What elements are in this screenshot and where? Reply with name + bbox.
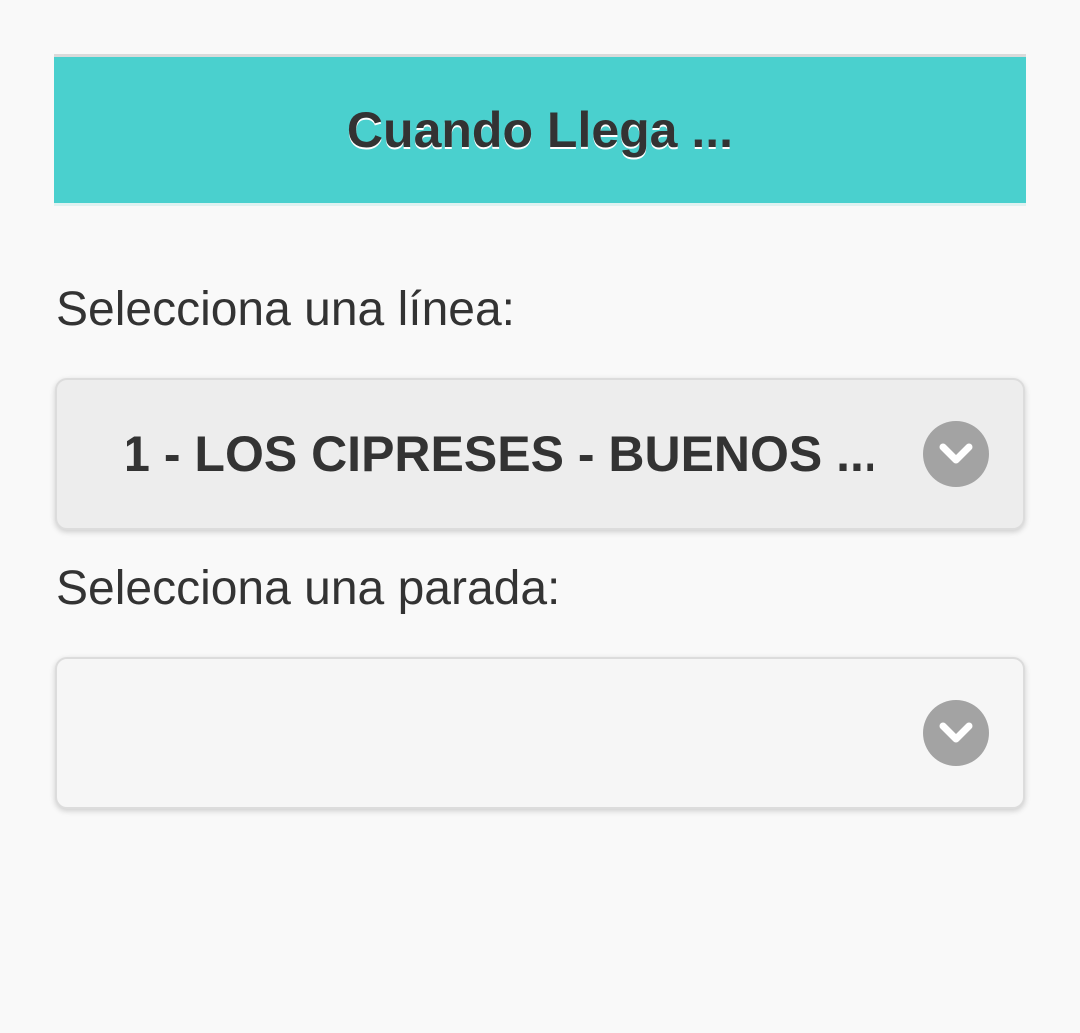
chevron-down-icon[interactable] [923,421,989,487]
app-title: Cuando Llega ... [346,102,734,158]
app-header: Cuando Llega ... [54,54,1026,206]
chevron-down-icon[interactable] [923,700,989,766]
line-select-label: Selecciona una línea: [56,283,515,336]
stop-select[interactable] [55,657,1025,809]
stop-select-label: Selecciona una parada: [56,562,561,615]
line-select[interactable]: 1 - LOS CIPRESES - BUENOS ... [55,378,1025,530]
line-select-value: 1 - LOS CIPRESES - BUENOS ... [127,426,873,482]
stop-select-value [127,659,873,807]
